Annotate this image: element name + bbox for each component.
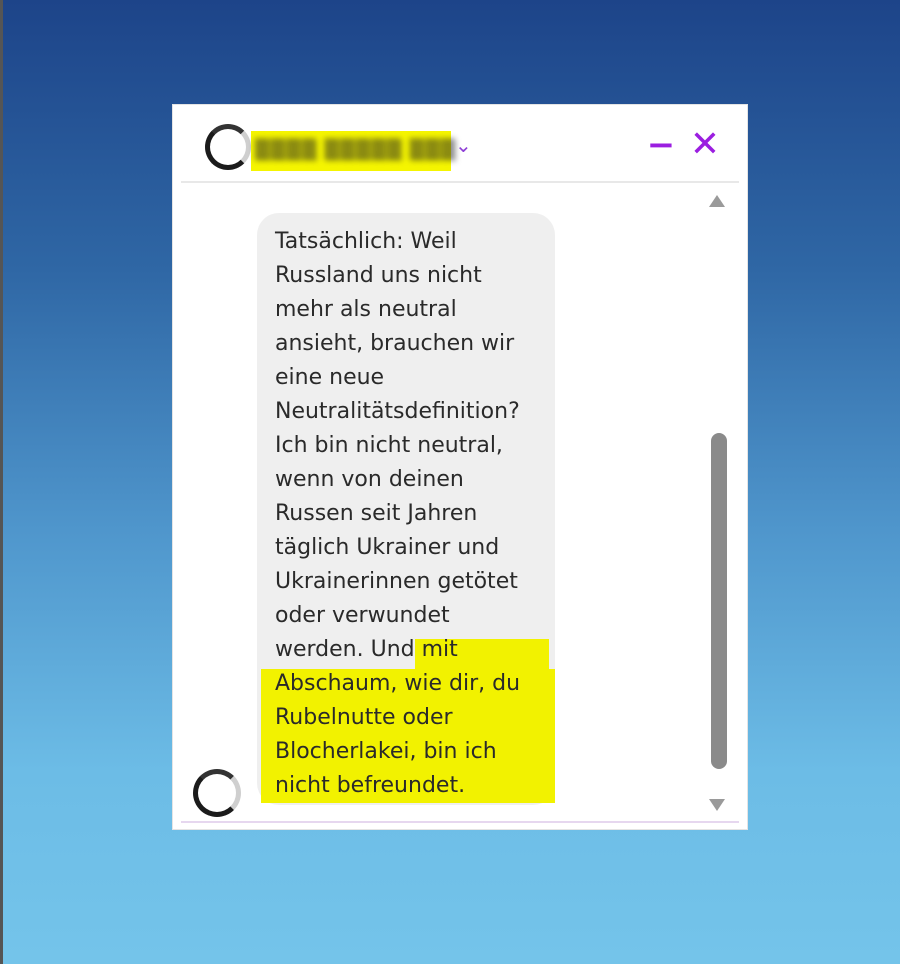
- chat-window: ▒▒▒▒ ▒▒▒▒▒ ▒▒▒ ⌄ − ✕ Tatsächlich: Weil R…: [172, 104, 748, 830]
- message-text: Tatsächlich: Weil Russland uns nicht meh…: [275, 229, 521, 798]
- chat-header: ▒▒▒▒ ▒▒▒▒▒ ▒▒▒ ⌄ − ✕: [181, 111, 739, 183]
- contact-name: ▒▒▒▒ ▒▒▒▒▒ ▒▒▒: [255, 139, 457, 161]
- contact-avatar[interactable]: [205, 124, 251, 170]
- input-divider: [181, 821, 739, 823]
- scrollbar-thumb[interactable]: [711, 433, 727, 769]
- minimize-button[interactable]: −: [644, 123, 678, 167]
- close-button[interactable]: ✕: [687, 123, 723, 167]
- triangle-down-icon[interactable]: [709, 799, 725, 811]
- sender-avatar[interactable]: [193, 769, 241, 817]
- screen-edge: [0, 0, 3, 964]
- triangle-up-icon[interactable]: [709, 195, 725, 207]
- message-list: Tatsächlich: Weil Russland uns nicht meh…: [181, 183, 739, 823]
- scrollbar[interactable]: [703, 195, 731, 815]
- chevron-down-icon[interactable]: ⌄: [455, 133, 472, 157]
- message-bubble: Tatsächlich: Weil Russland uns nicht meh…: [257, 213, 555, 805]
- contact-name-redacted[interactable]: ▒▒▒▒ ▒▒▒▒▒ ▒▒▒: [251, 131, 455, 171]
